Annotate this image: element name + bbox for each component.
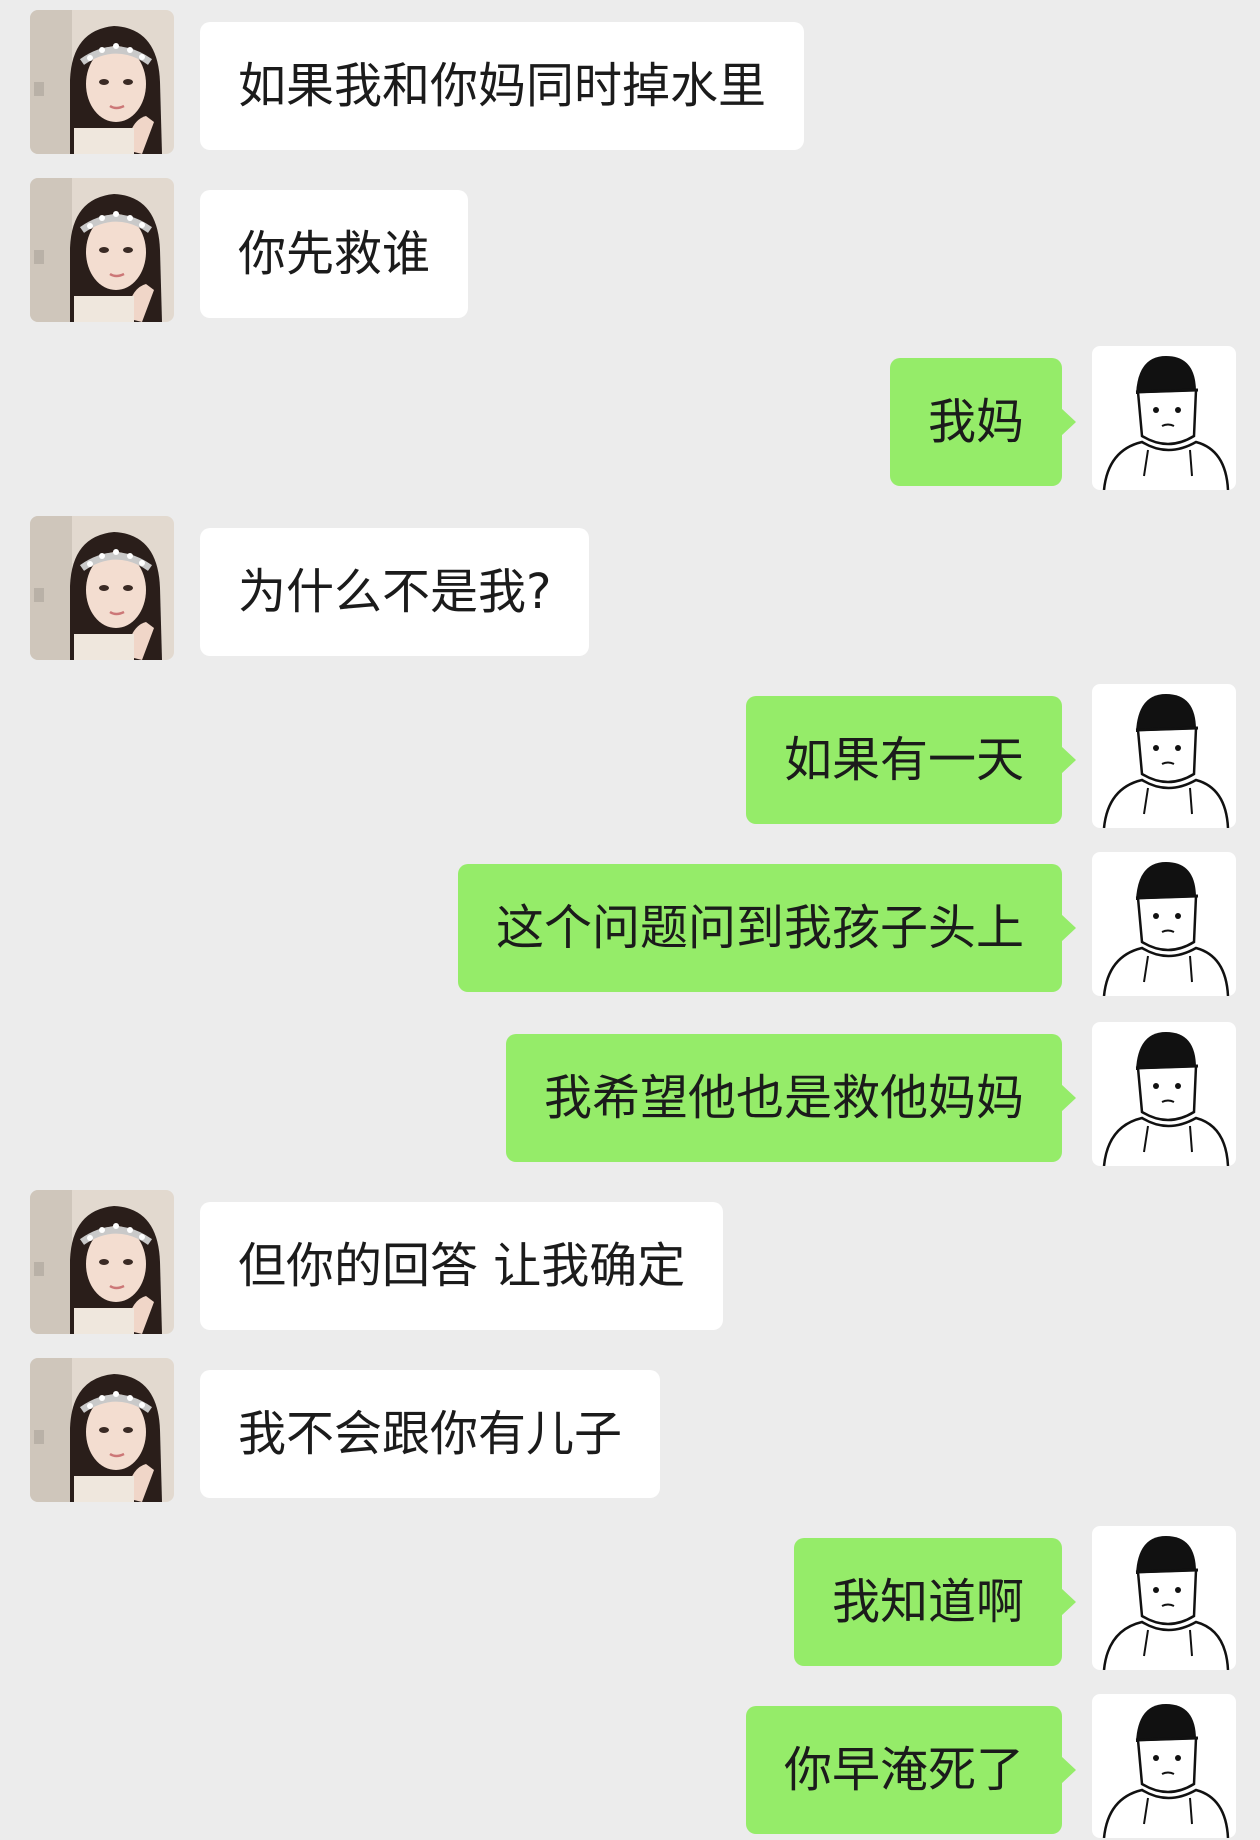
- message-row: 但你的回答 让我确定: [0, 1190, 1260, 1334]
- message-row: 你先救谁: [0, 178, 1260, 322]
- boy-avatar-icon[interactable]: [1092, 1694, 1236, 1838]
- incoming-message-bubble[interactable]: 但你的回答 让我确定: [200, 1202, 724, 1330]
- message-row: 我不会跟你有儿子: [0, 1358, 1260, 1502]
- girl-avatar-icon[interactable]: [30, 10, 174, 154]
- outgoing-message-bubble[interactable]: 你早淹死了: [745, 1706, 1077, 1834]
- incoming-message-bubble[interactable]: 如果我和你妈同时掉水里: [200, 22, 805, 150]
- message-row: 我希望他也是救他妈妈: [0, 1022, 1260, 1166]
- girl-avatar-icon[interactable]: [30, 1358, 174, 1502]
- outgoing-message-bubble[interactable]: 我知道啊: [793, 1538, 1077, 1666]
- girl-avatar-icon[interactable]: [30, 1190, 174, 1334]
- boy-avatar-icon[interactable]: [1092, 1022, 1236, 1166]
- girl-avatar-icon[interactable]: [30, 516, 174, 660]
- message-row: 这个问题问到我孩子头上: [0, 852, 1260, 996]
- outgoing-message-bubble[interactable]: 我希望他也是救他妈妈: [505, 1034, 1077, 1162]
- boy-avatar-icon[interactable]: [1092, 1526, 1236, 1670]
- chat-window: 如果我和你妈同时掉水里 你先救谁 我妈 为什么不是我? 如果有一天 这个问题问到…: [0, 0, 1260, 1840]
- girl-avatar-icon[interactable]: [30, 178, 174, 322]
- outgoing-message-bubble[interactable]: 我妈: [889, 358, 1077, 486]
- message-row: 如果有一天: [0, 684, 1260, 828]
- boy-avatar-icon[interactable]: [1092, 852, 1236, 996]
- boy-avatar-icon[interactable]: [1092, 346, 1236, 490]
- message-row: 你早淹死了: [0, 1694, 1260, 1838]
- incoming-message-bubble[interactable]: 为什么不是我?: [200, 528, 590, 656]
- incoming-message-bubble[interactable]: 我不会跟你有儿子: [200, 1370, 661, 1498]
- outgoing-message-bubble[interactable]: 这个问题问到我孩子头上: [457, 864, 1077, 992]
- message-row: 我知道啊: [0, 1526, 1260, 1670]
- message-row: 如果我和你妈同时掉水里: [0, 10, 1260, 154]
- message-row: 为什么不是我?: [0, 516, 1260, 660]
- boy-avatar-icon[interactable]: [1092, 684, 1236, 828]
- outgoing-message-bubble[interactable]: 如果有一天: [745, 696, 1077, 824]
- message-row: 我妈: [0, 346, 1260, 490]
- incoming-message-bubble[interactable]: 你先救谁: [200, 190, 469, 318]
